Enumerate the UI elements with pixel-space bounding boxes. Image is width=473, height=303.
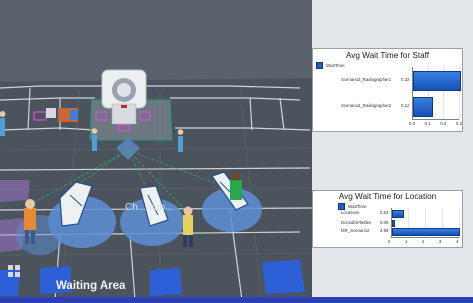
bar[interactable]: [412, 97, 433, 117]
x-tick-label: 2: [422, 238, 425, 244]
x-tick-label: 4: [456, 238, 459, 244]
bar[interactable]: [391, 228, 460, 236]
x-tick-label: 0.0: [409, 120, 415, 126]
x-tick-label: 0.2: [440, 120, 447, 126]
value-label: 0.12: [401, 103, 410, 109]
legend-label: WaitTime: [348, 204, 367, 209]
x-axis: [391, 237, 459, 238]
cubicle-label: Ch... cub...: [125, 202, 173, 213]
legend-swatch: [338, 203, 345, 210]
bar[interactable]: [391, 210, 404, 218]
x-tick-label: 1: [405, 238, 408, 244]
category-label: MR_Scenario2: [341, 228, 370, 234]
legend-swatch: [316, 62, 323, 69]
location-wait-chart: Avg Wait Time for Location WaitTime 0 1 2 3…: [312, 190, 463, 248]
floorplan-scene: Ch... cub...: [0, 0, 312, 303]
taskbar-strip: [0, 297, 473, 303]
simulation-viewport[interactable]: Ch... cub... Waiting Area: [0, 0, 312, 303]
category-label: Scenario2_Radiographer2: [341, 103, 392, 109]
bar[interactable]: [412, 71, 461, 91]
category-label: Scenario2_Radiographer1: [341, 77, 392, 83]
value-label: 0.09: [380, 219, 389, 225]
x-tick-label: 0.3: [456, 120, 462, 126]
chart-legend: WaitTime: [338, 203, 367, 210]
value-label: 3.93: [380, 228, 389, 234]
x-tick-label: 0.1: [424, 120, 431, 126]
chart-title: Avg Wait Time for Staff: [345, 51, 430, 60]
chart-title: Avg Wait Time for Location: [338, 192, 437, 201]
legend-label: WaitTime: [326, 63, 345, 68]
x-axis: [412, 119, 459, 120]
value-label: 0.63: [380, 210, 389, 216]
value-label: 0.32: [401, 77, 410, 83]
x-tick-label: 0: [388, 238, 391, 244]
staff-wait-chart: Avg Wait Time for Staff WaitTime 0.0 0.1 0…: [312, 48, 463, 132]
statistics-panel: [312, 0, 473, 303]
chart-legend: WaitTime: [316, 62, 345, 69]
category-label: Locations: [341, 210, 360, 216]
waiting-area-label: Waiting Area: [56, 280, 126, 292]
category-label: DockableTables: [341, 219, 372, 225]
bar[interactable]: [391, 219, 395, 227]
x-tick-label: 3: [439, 238, 442, 244]
